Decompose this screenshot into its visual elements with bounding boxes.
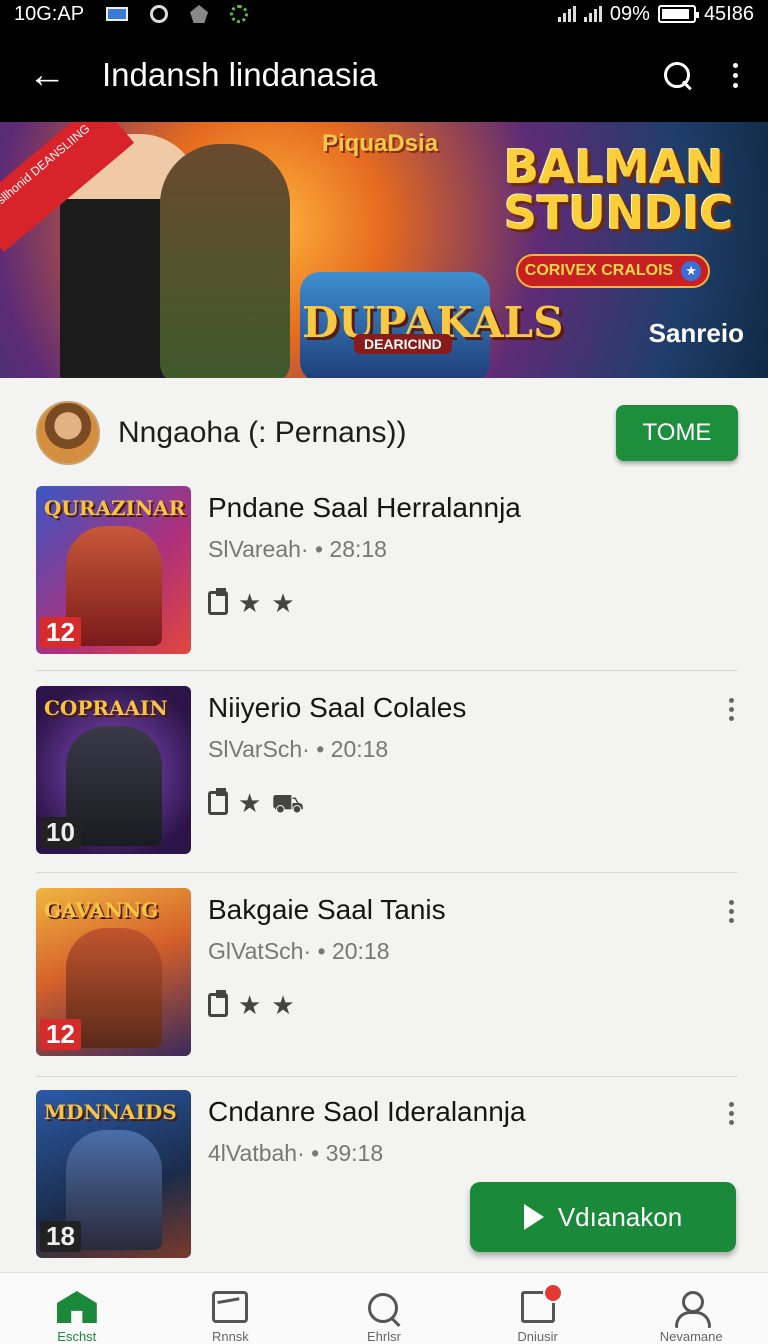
thumbnail-title: GAVANNG	[44, 898, 159, 922]
nav-item-profile[interactable]: Nevamane	[614, 1273, 768, 1344]
battery-percent: 09%	[609, 2, 650, 25]
star-icon: ★	[238, 990, 262, 1020]
star-icon: ★	[238, 788, 262, 818]
back-arrow-icon[interactable]: ←	[28, 56, 68, 94]
star-icon: ★	[681, 261, 702, 281]
user-icon	[673, 1291, 712, 1328]
developer-name: Nngaoha (: Pernans))	[118, 416, 407, 449]
status-clock-right: 45I86	[703, 2, 754, 25]
game-title: Niiyerio Saal Colales	[208, 692, 467, 723]
notification-badge	[542, 1283, 563, 1303]
nav-label: Nevamane	[659, 1329, 723, 1344]
thumbnail-title: MDNNAIDS	[44, 1100, 177, 1124]
bottom-nav: Eschst Rnnsk Ehrlsr Dniusir Nevamane	[0, 1272, 768, 1344]
age-rating-badge: 12	[40, 1019, 81, 1050]
game-meta: GlVatSch· • 20:18	[208, 938, 390, 964]
battery-icon	[657, 5, 699, 23]
search-icon[interactable]	[662, 60, 692, 90]
status-bar: 10G:AP 09% 45I86	[0, 0, 768, 28]
home-icon	[56, 1291, 97, 1323]
banner-headline-line2: STUNDIC	[504, 186, 734, 240]
nav-item-library[interactable]: Dniusir	[461, 1273, 615, 1344]
star-icon: ★	[271, 990, 295, 1020]
nav-item-store[interactable]: Rnnsk	[154, 1273, 308, 1344]
game-thumbnail: GAVANNG 12	[36, 888, 191, 1056]
game-meta: SlVarSch· • 20:18	[208, 736, 389, 762]
book-icon	[208, 588, 228, 615]
star-icon: ★	[271, 588, 295, 618]
banner-top-logo: PiquaDsia	[322, 130, 439, 157]
ticket-icon: ⛟	[271, 788, 305, 818]
banner-headline-line1: BALMAN	[504, 140, 724, 194]
thumbnail-title: COPRAAIN	[44, 696, 168, 720]
signal-icon	[557, 6, 576, 22]
gear-icon	[150, 5, 169, 23]
brightness-icon	[230, 5, 249, 23]
tome-button[interactable]: TOME	[616, 405, 738, 461]
star-icon: ★	[238, 588, 262, 618]
store-icon	[212, 1291, 249, 1323]
more-options-icon[interactable]	[730, 62, 740, 88]
banner-headline: BALMAN STUNDIC	[504, 144, 733, 236]
rating-row: ★ ★	[208, 588, 295, 618]
divider	[36, 670, 738, 671]
banner-game-subtitle: DEARICIND	[354, 334, 452, 354]
nav-item-search[interactable]: Ehrlsr	[307, 1273, 461, 1344]
game-meta: 4lVatbah· • 39:18	[208, 1140, 384, 1166]
game-meta: SlVareah· • 28:18	[208, 536, 387, 562]
book-icon	[208, 990, 228, 1017]
game-thumbnail: MDNNAIDS 18	[36, 1090, 191, 1258]
play-icon	[523, 1204, 544, 1230]
content-panel: Nngaoha (: Pernans)) TOME QURAZINAR 12 P…	[0, 378, 768, 1272]
banner-cta-pill[interactable]: CORIVEX CRALOIS ★	[516, 254, 710, 288]
rating-row: ★ ⛟	[208, 788, 305, 818]
divider	[36, 1076, 738, 1077]
game-thumbnail: COPRAAIN 10	[36, 686, 191, 854]
list-item[interactable]: QURAZINAR 12 Pndane Saal Herralannja SlV…	[36, 478, 738, 678]
nav-label: Eschst	[57, 1329, 97, 1344]
game-thumbnail: QURAZINAR 12	[36, 486, 191, 654]
page-title: Indansh lindanasia	[102, 56, 378, 93]
avatar[interactable]	[36, 401, 100, 465]
item-more-icon[interactable]	[729, 900, 734, 923]
developer-row: Nngaoha (: Pernans)) TOME	[36, 400, 738, 466]
play-button-label: Vdıanakon	[557, 1201, 683, 1232]
game-title: Pndane Saal Herralannja	[208, 492, 521, 523]
list-item[interactable]: GAVANNG 12 Bakgaie Saal Tanis GlVatSch· …	[36, 880, 738, 1080]
list-item[interactable]: COPRAAIN 10 Niiyerio Saal Colales SlVarS…	[36, 678, 738, 878]
search-icon	[366, 1291, 402, 1323]
divider	[36, 872, 738, 873]
play-button[interactable]: Vdıanakon	[470, 1182, 736, 1252]
game-title: Bakgaie Saal Tanis	[208, 894, 446, 925]
promo-banner[interactable]: Isllhonid DEANSLIING PiquaDsia DUPAKALS …	[0, 122, 768, 378]
thumbnail-title: QURAZINAR	[44, 496, 186, 520]
nav-label: Rnnsk	[211, 1329, 249, 1344]
signal-icon-2	[583, 6, 602, 22]
rating-row: ★ ★	[208, 990, 295, 1020]
nav-item-home[interactable]: Eschst	[0, 1273, 154, 1344]
banner-cta-label: CORIVEX CRALOIS	[524, 262, 674, 279]
app-bar: ← Indansh lindanasia	[0, 28, 768, 122]
banner-brand-logo: Sanreio	[648, 318, 744, 348]
status-time: 10G:AP	[14, 2, 85, 25]
app-notification-icon	[190, 5, 209, 23]
banner-character-bear	[160, 144, 290, 378]
age-rating-badge: 18	[40, 1221, 81, 1252]
age-rating-badge: 12	[40, 617, 81, 648]
nav-label: Ehrlsr	[367, 1329, 401, 1344]
nav-label: Dniusir	[517, 1329, 558, 1344]
flag-icon	[106, 7, 129, 21]
game-title: Cndanre Saol Ideralannja	[208, 1096, 526, 1127]
book-icon	[208, 788, 228, 815]
item-more-icon[interactable]	[729, 698, 734, 721]
item-more-icon[interactable]	[729, 1102, 734, 1125]
age-rating-badge: 10	[40, 817, 81, 848]
